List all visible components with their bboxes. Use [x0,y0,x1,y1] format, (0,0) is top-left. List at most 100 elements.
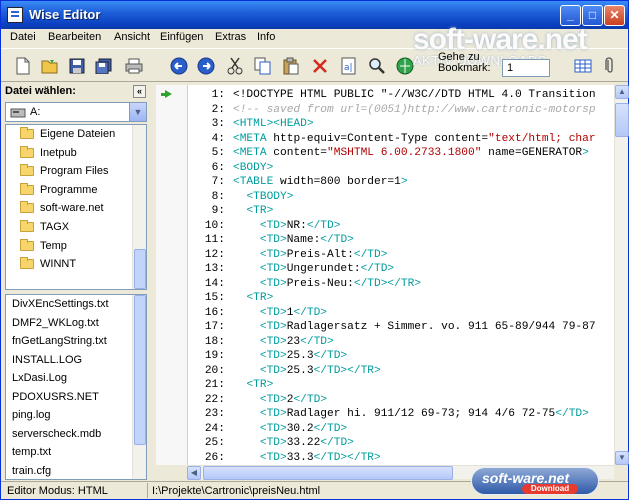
folder-item[interactable]: Program Files [6,162,146,181]
code-line[interactable]: 5: <META content="MSHTML 6.00.2733.1800" … [188,146,589,161]
line-code: <META content="MSHTML 6.00.2733.1800" na… [233,146,589,161]
code-line[interactable]: 2: <!-- saved from url=(0051)http://www.c… [188,103,596,118]
save-all-icon[interactable] [92,54,116,78]
goto-bookmark-input[interactable] [502,59,550,77]
code-line[interactable]: 20: <TD>25.3</TD></TR> [188,364,381,379]
delete-icon[interactable] [308,54,332,78]
menu-ansicht[interactable]: Ansicht [114,31,150,43]
file-item[interactable]: PDOXUSRS.NET [6,388,146,407]
code-line[interactable]: 1: <!DOCTYPE HTML PUBLIC "-//W3C//DTD HTM… [188,88,596,103]
folder-item[interactable]: Eigene Dateien [6,125,146,144]
code-line[interactable]: 17: <TD>Radlagersatz + Simmer. vo. 911 6… [188,320,596,335]
file-item[interactable]: train.cfg [6,462,146,480]
code-token: <TD> [259,350,287,362]
print-icon[interactable] [122,54,146,78]
scroll-thumb[interactable] [615,103,629,137]
folder-item[interactable]: Programme [6,181,146,200]
close-button[interactable]: ✕ [604,5,625,26]
file-item[interactable]: ping.log [6,406,146,425]
code-line[interactable]: 7: <TABLE width=800 border=1> [188,175,408,190]
code-line[interactable]: 26: <TD>33.3</TD></TR> [188,451,381,466]
paste-icon[interactable] [279,54,303,78]
file-item[interactable]: fnGetLangString.txt [6,332,146,351]
save-icon[interactable] [65,54,89,78]
folder-scrollbar[interactable] [132,125,146,289]
cut-icon[interactable] [223,54,247,78]
drive-icon [10,108,26,118]
line-code: <TD>30.2</TD> [233,422,347,437]
code-line[interactable]: 21: <TR> [188,378,273,393]
code-line[interactable]: 4: <META http-equiv=Content-Type content=… [188,132,596,147]
code-token: <!DOCTYPE HTML PUBLIC "-//W3C//DTD HTML … [233,89,596,101]
code-token: <TBODY> [246,190,294,203]
folder-item[interactable]: Inetpub [6,144,146,163]
code-token: <TD> [259,451,287,464]
code-line[interactable]: 13: <TD>Ungerundet:</TD> [188,262,394,277]
code-line[interactable]: 18: <TD>23</TD> [188,335,334,350]
line-code: <TD>25.3</TD> [233,349,347,364]
line-number: 2: [211,103,225,116]
line-code: <BODY> [233,161,273,176]
scroll-left-icon[interactable]: ◀ [187,466,201,480]
new-icon[interactable] [11,54,35,78]
file-item[interactable]: DMF2_WKLog.txt [6,314,146,333]
find-icon[interactable] [365,54,389,78]
code-line[interactable]: 16: <TD>1</TD> [188,306,327,321]
attachment-icon[interactable] [598,54,622,78]
folder-label: Programme [40,183,98,196]
code-line[interactable]: 14: <TD>Preis-Neu:</TD></TR> [188,277,421,292]
code-line[interactable]: 8: <TBODY> [188,190,294,205]
code-line[interactable]: 6: <BODY> [188,161,274,176]
file-item[interactable]: LxDasi.Log [6,369,146,388]
editor-mode-status: Editor Modus: HTML [7,485,108,497]
code-line[interactable]: 9: <TR> [188,204,274,219]
chevron-down-icon[interactable]: ▼ [129,103,146,121]
open-icon[interactable] [38,54,62,78]
file-item[interactable]: temp.txt [6,443,146,462]
code-token: </TD> [555,408,589,420]
scroll-up-icon[interactable]: ▲ [615,85,629,99]
redo-icon[interactable] [194,54,218,78]
hscroll-thumb[interactable] [203,466,453,480]
folder-item[interactable]: Temp [6,237,146,256]
folder-item[interactable]: TAGX [6,218,146,237]
code-token: <TD> [259,335,287,348]
menu-einfuegen[interactable]: Einfügen [160,31,203,43]
line-code: <TR> [233,378,273,393]
editor-vertical-scrollbar[interactable]: ▲ ▼ [614,85,629,465]
code-line[interactable]: 24: <TD>30.2</TD> [188,422,347,437]
file-item[interactable]: DivXEncSettings.txt [6,295,146,314]
settings-icon[interactable] [571,54,595,78]
select-all-icon[interactable]: a| [337,54,361,78]
file-item[interactable]: serverscheck.mdb [6,425,146,444]
folder-item[interactable]: WINNT [6,255,146,274]
menu-info[interactable]: Info [257,31,275,43]
undo-icon[interactable] [167,54,191,78]
file-scrollbar[interactable] [132,295,146,479]
scroll-down-icon[interactable]: ▼ [615,451,629,465]
code-line[interactable]: 23: <TD>Radlager hi. 911/12 69-73; 914 4… [188,407,589,422]
code-line[interactable]: 19: <TD>25.3</TD> [188,349,347,364]
line-code: <TR> [233,204,273,219]
folder-item[interactable]: soft-ware.net [6,199,146,218]
code-line[interactable]: 22: <TD>2</TD> [188,393,327,408]
collapse-panel-icon[interactable]: « [133,85,146,98]
code-line[interactable]: 15: <TR> [188,291,273,306]
drive-select[interactable]: A: ▼ [5,102,147,122]
code-line[interactable]: 25: <TD>33.22</TD> [188,436,354,451]
code-line[interactable]: 12: <TD>Preis-Alt:</TD> [188,248,388,263]
menu-bearbeiten[interactable]: Bearbeiten [48,31,101,43]
menu-datei[interactable]: Datei [10,31,36,43]
code-token: <TD> [259,277,287,290]
code-editor[interactable]: 1: <!DOCTYPE HTML PUBLIC "-//W3C//DTD HTM… [187,85,614,465]
copy-icon[interactable] [251,54,275,78]
code-token: <META [233,147,274,159]
code-line[interactable]: 3: <HTML><HEAD> [188,117,314,132]
code-line[interactable]: 10: <TD>NR:</TD> [188,219,341,234]
file-item[interactable]: INSTALL.LOG [6,351,146,370]
code-line[interactable]: 11: <TD>Name:</TD> [188,233,354,248]
folder-icon [20,145,34,158]
menu-extras[interactable]: Extras [215,31,246,43]
